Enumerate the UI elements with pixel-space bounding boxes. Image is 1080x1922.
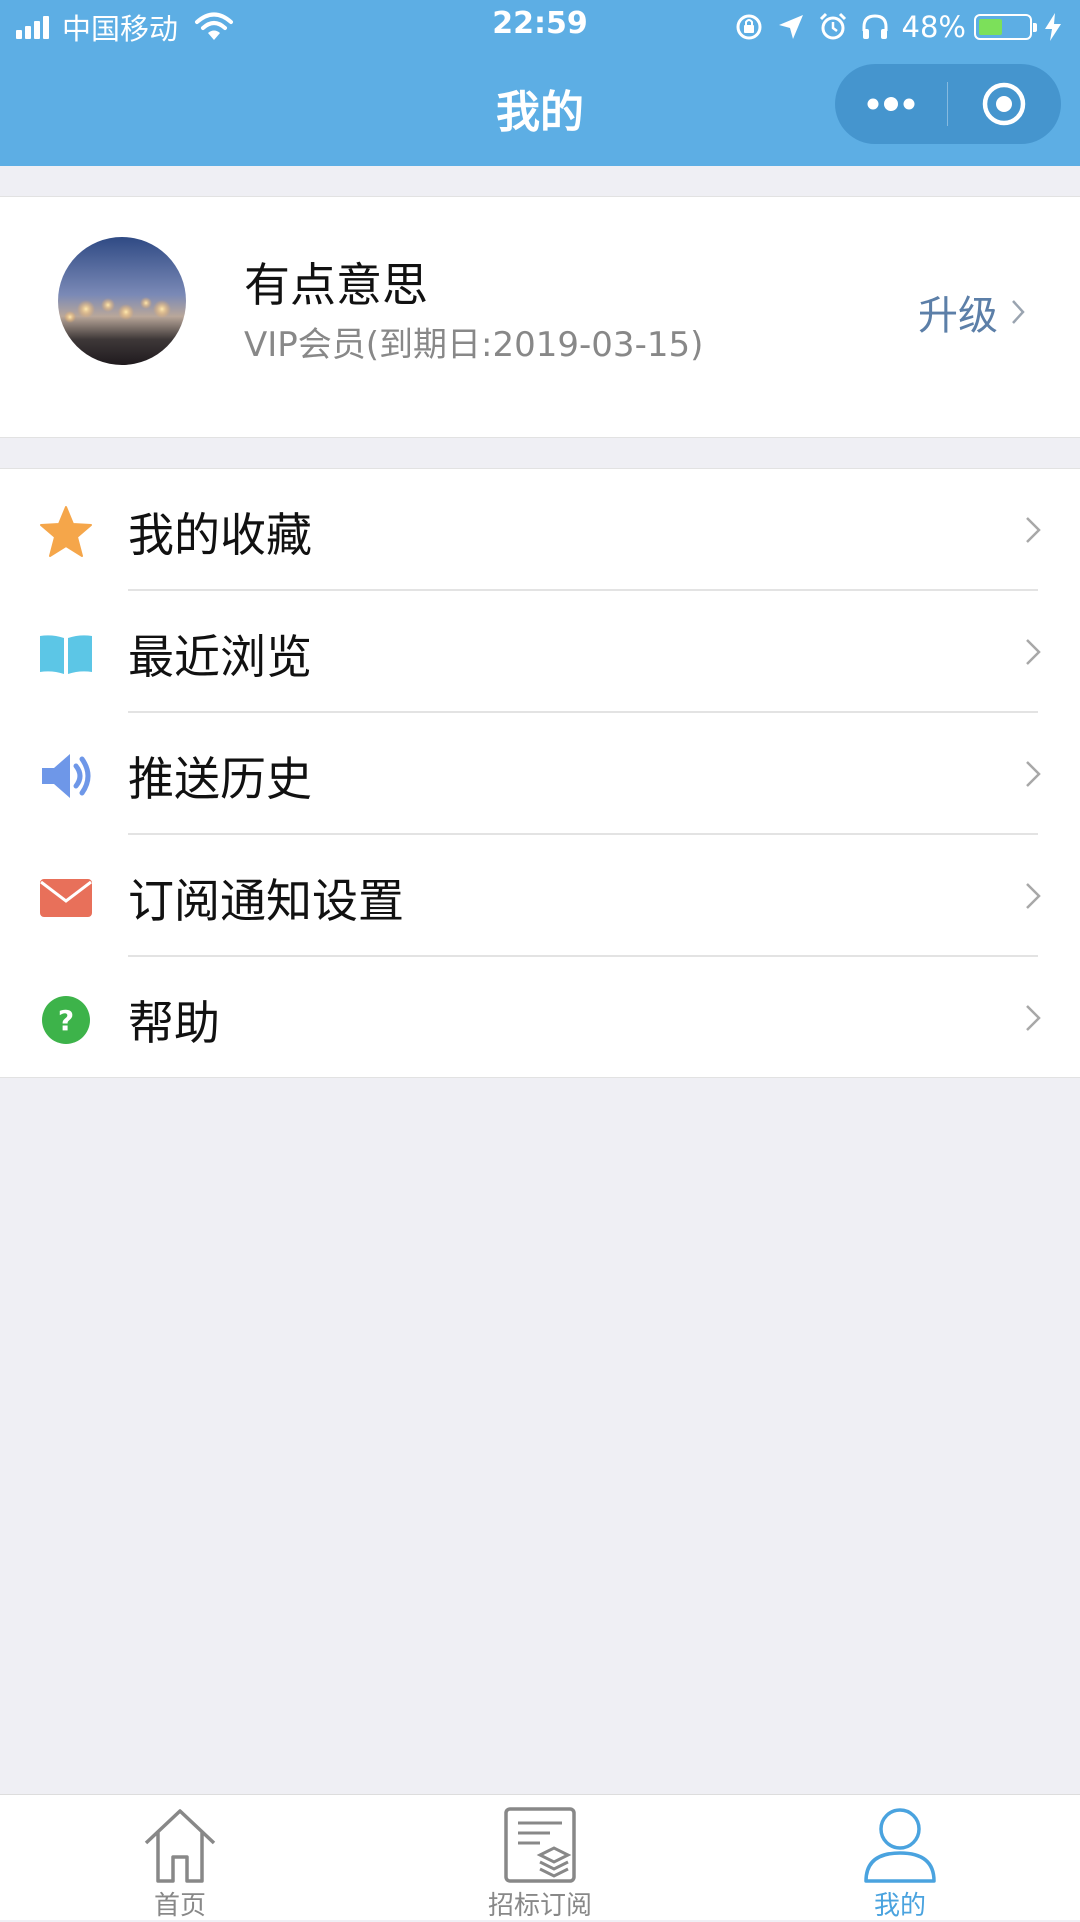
menu-item-label: 推送历史 [128, 752, 312, 806]
tab-label: 我的 [873, 1891, 926, 1921]
menu-item-favorites[interactable]: 我的收藏 [0, 469, 1080, 591]
avatar[interactable] [58, 237, 186, 365]
chevron-right-icon [1026, 639, 1041, 665]
chevron-right-icon [1012, 300, 1025, 324]
chevron-right-icon [1026, 1005, 1041, 1031]
menu-item-label: 我的收藏 [128, 508, 312, 562]
document-icon [504, 1807, 576, 1883]
user-icon [864, 1808, 936, 1883]
menu-item-label: 最近浏览 [128, 630, 312, 684]
membership-status: VIP会员(到期日:2019-03-15) [244, 325, 704, 365]
tab-label: 招标订阅 [487, 1891, 592, 1921]
chevron-right-icon [1026, 883, 1041, 909]
menu-list: 我的收藏 最近浏览 推送历史 订阅通知设置 ? 帮助 [0, 468, 1080, 1078]
avatar-image [58, 237, 186, 365]
help-icon: ? [42, 996, 90, 1044]
battery-fill [979, 19, 1002, 35]
target-close-icon [982, 82, 1026, 126]
battery-percent: 48% [901, 10, 966, 44]
menu-item-push-history[interactable]: 推送历史 [0, 713, 1080, 835]
mail-icon [40, 879, 92, 917]
chevron-right-icon [1026, 517, 1041, 543]
tab-home[interactable]: 首页 [60, 1795, 300, 1921]
location-icon [778, 15, 803, 39]
tab-bar: 首页 招标订阅 我的 [0, 1794, 1080, 1921]
rotation-lock-icon [736, 14, 762, 40]
star-icon [40, 506, 92, 557]
menu-item-label: 订阅通知设置 [128, 874, 404, 928]
miniprogram-capsule [835, 64, 1061, 144]
menu-item-recent[interactable]: 最近浏览 [0, 591, 1080, 713]
home-icon [144, 1809, 216, 1883]
menu-item-subscription-settings[interactable]: 订阅通知设置 [0, 835, 1080, 957]
header-bar: 中国移动 22:59 48% 我的 [0, 0, 1080, 166]
battery-icon [974, 14, 1037, 40]
more-button[interactable] [835, 64, 947, 144]
svg-text:?: ? [58, 1004, 74, 1037]
speaker-icon [42, 754, 91, 798]
tab-label: 首页 [153, 1891, 206, 1921]
status-right: 48% [722, 8, 1064, 46]
upgrade-button[interactable]: 升级 [918, 283, 1026, 341]
status-bar: 中国移动 22:59 48% [0, 0, 1080, 52]
menu-item-help[interactable]: ? 帮助 [0, 957, 1080, 1079]
username: 有点意思 [244, 258, 428, 312]
book-icon [40, 635, 92, 674]
more-dots-icon [867, 97, 915, 111]
headphones-icon [862, 14, 888, 39]
charging-icon [1045, 13, 1061, 41]
profile-card[interactable]: 有点意思 VIP会员(到期日:2019-03-15) 升级 [0, 196, 1080, 438]
alarm-icon [819, 12, 846, 40]
upgrade-label: 升级 [918, 293, 998, 339]
menu-item-label: 帮助 [128, 996, 220, 1050]
tab-bid-subscription[interactable]: 招标订阅 [420, 1795, 660, 1921]
tab-mine[interactable]: 我的 [780, 1795, 1020, 1921]
close-miniprogram-button[interactable] [948, 64, 1060, 144]
chevron-right-icon [1026, 761, 1041, 787]
